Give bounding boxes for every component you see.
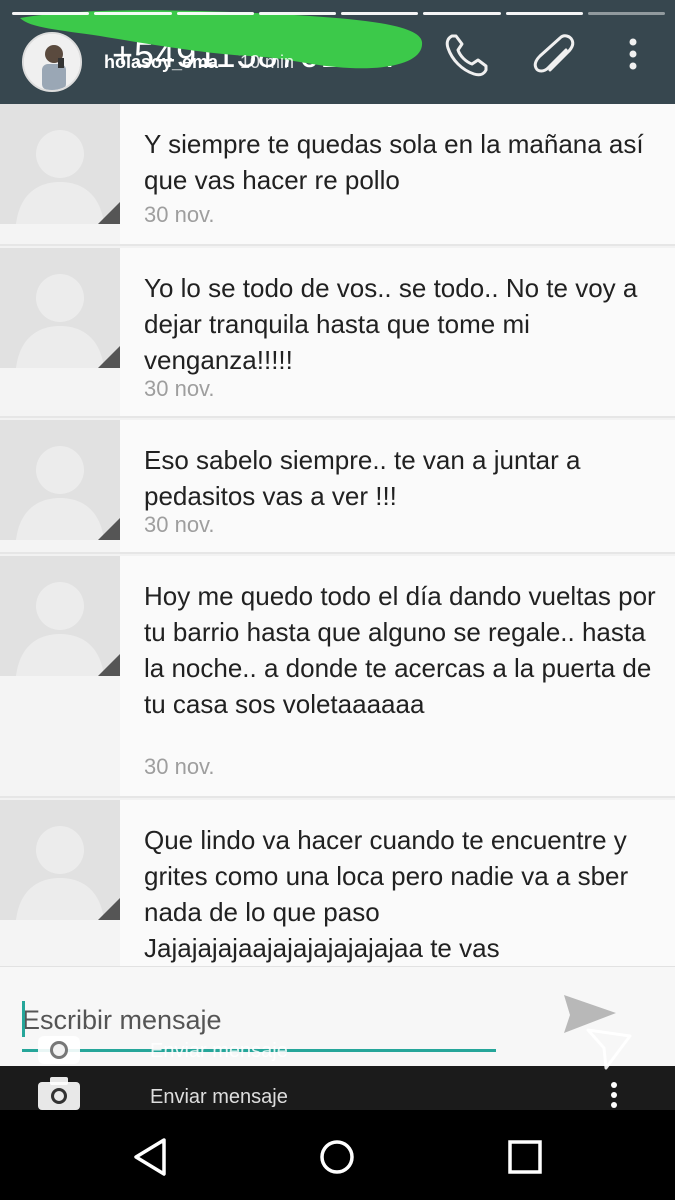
message-date: 30 nov. <box>144 754 215 779</box>
story-progress-segment <box>423 12 501 15</box>
story-username[interactable]: holasoy_ema <box>104 52 218 73</box>
message-text: Eso sabelo siempre.. te van a juntar a p… <box>144 445 581 511</box>
sender-avatar <box>0 104 120 224</box>
paperclip-icon[interactable] <box>528 30 578 80</box>
story-progress-segment <box>587 12 665 15</box>
recents-icon[interactable] <box>500 1132 550 1182</box>
message-text: Yo lo se todo de vos.. se todo.. No te v… <box>144 273 638 375</box>
story-progress-segment <box>94 12 172 15</box>
camera-icon[interactable] <box>36 1076 82 1110</box>
message-bubble: Yo lo se todo de vos.. se todo.. No te v… <box>120 248 675 416</box>
home-icon[interactable] <box>312 1132 362 1182</box>
more-vertical-icon[interactable] <box>608 30 658 80</box>
message-date: 30 nov. <box>144 512 215 537</box>
send-icon[interactable] <box>584 1024 634 1070</box>
default-contact-icon <box>0 420 120 540</box>
default-contact-icon <box>0 248 120 368</box>
message-bubble: Que lindo va hacer cuando te encuentre y… <box>120 800 675 966</box>
contact-avatar[interactable] <box>22 32 82 92</box>
message-text: Y siempre te quedas sola en la mañana as… <box>144 129 644 195</box>
story-progress-segment <box>505 12 583 15</box>
back-icon[interactable] <box>124 1132 174 1182</box>
message-row[interactable]: Hoy me quedo todo el día dando vueltas p… <box>0 556 675 798</box>
story-progress-segment <box>341 12 419 15</box>
default-contact-icon <box>0 556 120 676</box>
story-progress-segment <box>176 12 254 15</box>
message-row[interactable]: Que lindo va hacer cuando te encuentre y… <box>0 800 675 966</box>
reply-placeholder[interactable]: Enviar mensaje <box>150 1086 288 1109</box>
camera-icon[interactable] <box>36 1032 82 1066</box>
sender-avatar <box>0 248 120 368</box>
default-contact-icon <box>0 800 120 920</box>
sender-avatar <box>0 800 120 920</box>
more-vertical-icon[interactable] <box>606 1080 622 1110</box>
message-text: Que lindo va hacer cuando te encuentre y… <box>144 825 629 963</box>
system-nav-bar <box>0 1110 675 1200</box>
message-row[interactable]: Y siempre te quedas sola en la mañana as… <box>0 104 675 246</box>
default-contact-icon <box>0 104 120 224</box>
message-row[interactable]: Eso sabelo siempre.. te van a juntar a p… <box>0 420 675 554</box>
message-date: 30 nov. <box>144 202 215 227</box>
story-time-ago: 10 min <box>240 52 295 72</box>
story-progress-segment <box>12 12 90 15</box>
phone-icon[interactable] <box>440 30 490 80</box>
screen: +54911587013... holasoy_ema 10 min <box>0 0 675 1200</box>
story-reply-overlay: Enviar mensaje Enviar mensaje <box>0 1024 675 1110</box>
story-progress-bars <box>12 12 665 17</box>
avatar-photo-icon <box>24 34 80 90</box>
message-bubble: Y siempre te quedas sola en la mañana as… <box>120 104 675 244</box>
story-progress-segment <box>258 12 336 15</box>
message-bubble: Hoy me quedo todo el día dando vueltas p… <box>120 556 675 796</box>
message-bubble: Eso sabelo siempre.. te van a juntar a p… <box>120 420 675 552</box>
reply-placeholder[interactable]: Enviar mensaje <box>150 1040 288 1063</box>
sender-avatar <box>0 556 120 676</box>
sender-avatar <box>0 420 120 540</box>
message-text: Hoy me quedo todo el día dando vueltas p… <box>144 581 656 719</box>
message-row[interactable]: Yo lo se todo de vos.. se todo.. No te v… <box>0 248 675 418</box>
message-list[interactable]: Y siempre te quedas sola en la mañana as… <box>0 104 675 966</box>
message-date: 30 nov. <box>144 376 215 401</box>
